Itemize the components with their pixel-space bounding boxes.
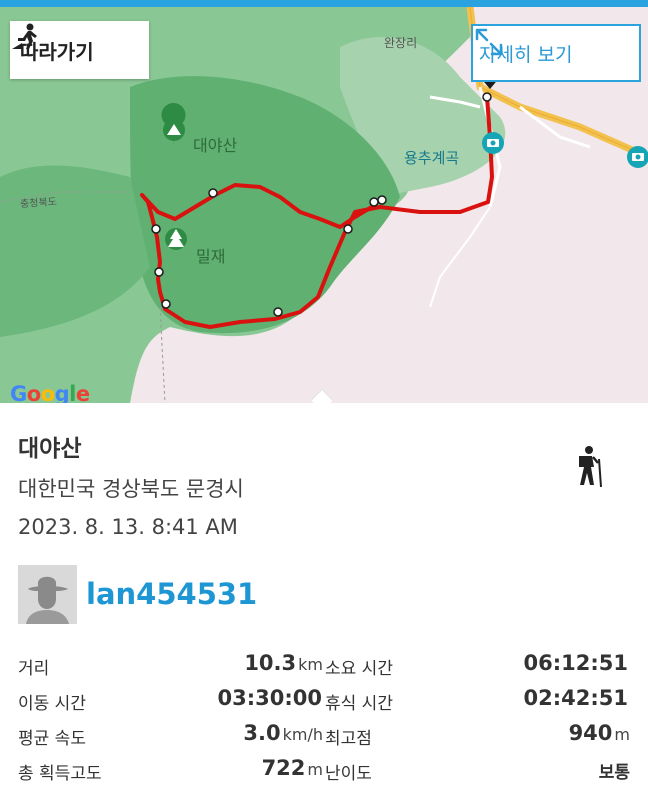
map-view[interactable]: 완장리 대야산 용추계곡 밀재 충청북도 Google 따라가기 자세히 보기 [0, 7, 648, 403]
moving-time-value: 03:30:00 [217, 686, 322, 710]
label-daeyasan: 대야산 [193, 136, 238, 155]
avg-speed-unit: km/h [282, 725, 323, 744]
total-time-label: 소요 시간 [325, 659, 393, 679]
distance-number: 10.3 [244, 651, 297, 675]
difficulty-value: 보통 [598, 763, 630, 783]
expand-icon [475, 28, 503, 56]
max-altitude-value: 940 m [569, 721, 630, 745]
label-miljae: 밀재 [196, 247, 226, 266]
avg-speed-label: 평균 속도 [18, 729, 86, 749]
top-accent-bar [0, 0, 648, 7]
avg-speed-value: 3.0 km/h [243, 721, 323, 745]
elevation-gain-number: 722 [261, 756, 306, 780]
distance-unit: km [298, 655, 323, 674]
max-altitude-unit: m [614, 725, 630, 744]
username-link[interactable]: lan454531 [86, 577, 257, 611]
elevation-gain-value: 722 m [262, 756, 323, 780]
rest-time-value: 02:42:51 [523, 686, 628, 710]
max-altitude-number: 940 [568, 721, 613, 745]
track-title: 대야산 [18, 436, 82, 462]
track-datetime: 2023. 8. 13. 8:41 AM [18, 515, 238, 539]
difficulty-label: 난이도 [325, 764, 372, 784]
detail-view-button[interactable]: 자세히 보기 [471, 24, 641, 82]
elevation-gain-label: 총 획득고도 [18, 764, 102, 784]
google-logo: Google [10, 382, 90, 403]
label-yongchu-valley: 용추계곡 [404, 149, 460, 167]
follow-button[interactable]: 따라가기 [10, 21, 149, 79]
rest-time-label: 휴식 시간 [325, 694, 393, 714]
max-altitude-label: 최고점 [325, 729, 372, 749]
track-summary-panel: 대야산 대한민국 경상북도 문경시 2023. 8. 13. 8:41 AM l… [0, 403, 648, 792]
track-region: 대한민국 경상북도 문경시 [18, 477, 244, 501]
camera-marker-icon-2 [627, 146, 648, 168]
camera-marker-icon [482, 132, 504, 154]
hiking-icon [579, 446, 602, 487]
avg-speed-number: 3.0 [243, 721, 281, 745]
walker-icon [12, 23, 37, 49]
total-time-value: 06:12:51 [523, 651, 628, 675]
label-road: 충청북도 [19, 196, 58, 211]
user-silhouette-icon [18, 565, 77, 624]
elevation-gain-unit: m [307, 760, 323, 779]
pass-marker-icon [165, 228, 187, 250]
moving-time-label: 이동 시간 [18, 694, 86, 714]
avatar[interactable] [18, 565, 77, 624]
distance-value: 10.3 km [244, 651, 323, 675]
distance-label: 거리 [18, 659, 50, 679]
label-wanjangri: 완장리 [384, 36, 418, 50]
